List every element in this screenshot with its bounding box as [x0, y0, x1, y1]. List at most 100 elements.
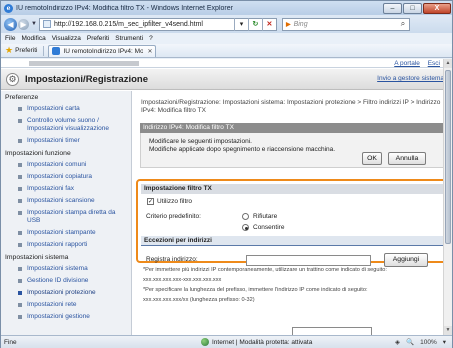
sidebar-item-label: Impostazioni stampante	[27, 229, 96, 236]
favorites-button[interactable]: Preferiti	[15, 47, 37, 54]
window-title: IU remotoIndirizzo IPv4: Modifica filtro…	[16, 5, 383, 12]
tab-close-icon[interactable]: ✕	[147, 48, 152, 55]
sidebar-item-report-settings[interactable]: Impostazioni rapporti	[1, 239, 131, 251]
sidebar-category-system-settings: Impostazioni sistema	[5, 254, 69, 261]
sidebar-item-copy-settings[interactable]: Impostazioni copiatura	[1, 171, 131, 183]
refresh-icon[interactable]: ↻	[247, 17, 262, 31]
reject-radio[interactable]	[242, 213, 249, 220]
add-button[interactable]: Aggiungi	[384, 253, 428, 267]
allow-label: Consentire	[253, 224, 285, 231]
top-strip: A portale Esci	[1, 59, 452, 68]
history-dropdown-icon[interactable]: ▼	[31, 21, 37, 27]
back-icon[interactable]: ◀	[4, 17, 17, 31]
security-zone[interactable]: Internet | Modalità protetta: attivata	[201, 338, 395, 346]
menu-file[interactable]: File	[5, 35, 15, 42]
tab-title[interactable]: IU remotoIndirizzo IPv4: Modifica filtro…	[63, 48, 143, 55]
window-title-suffix: - Windows Internet Explorer	[144, 4, 233, 12]
status-text: Fine	[4, 338, 17, 346]
sidebar-item-volume-display[interactable]: Controllo volume suono / Impostazioni vi…	[1, 115, 131, 135]
breadcrumb: Impostazioni/Registrazione: Impostazioni…	[141, 99, 441, 114]
register-address-input[interactable]	[246, 255, 371, 266]
stop-icon[interactable]: ✕	[261, 17, 276, 31]
bullet-icon	[18, 211, 22, 215]
bullet-icon	[18, 175, 22, 179]
search-box[interactable]: ▶ Bing ⌕	[281, 17, 410, 31]
sidebar-item-label: Impostazioni rete	[27, 301, 77, 308]
main-content: Impostazioni/Registrazione: Impostazioni…	[133, 91, 452, 335]
ok-button[interactable]: OK	[362, 152, 382, 165]
cancel-button[interactable]: Annulla	[388, 152, 426, 165]
bullet-icon	[18, 279, 22, 283]
browser-tab[interactable]: IU remotoIndirizzo IPv4: Modifica filtro…	[48, 44, 157, 57]
zoom-level[interactable]: 100%	[420, 339, 437, 346]
bullet-icon	[18, 243, 22, 247]
sidebar-item-usb-print-settings[interactable]: Impostazioni stampa diretta da USB	[1, 207, 131, 227]
exceptions-header: Eccezioni per indirizzi	[141, 236, 444, 246]
close-button[interactable]: X	[423, 2, 451, 14]
internet-globe-icon	[201, 338, 209, 346]
maximize-button[interactable]: □	[403, 2, 422, 14]
sidebar-item-scan-settings[interactable]: Impostazioni scansione	[1, 195, 131, 207]
sidebar-item-common-settings[interactable]: Impostazioni comuni	[1, 159, 131, 171]
address-dropdown-icon[interactable]: ▾	[233, 17, 248, 31]
menu-help[interactable]: ?	[149, 35, 153, 42]
sidebar-item-system-settings[interactable]: Impostazioni sistema	[1, 263, 131, 275]
minimize-button[interactable]: –	[383, 2, 402, 14]
blurred-device-name	[29, 61, 139, 66]
sidebar-item-fax-settings[interactable]: Impostazioni fax	[1, 183, 131, 195]
scrollbar-thumb[interactable]	[445, 70, 451, 244]
use-filter-checkbox[interactable]: ✓	[147, 198, 154, 205]
protected-mode-icon[interactable]: ◈	[395, 338, 400, 346]
panel-title: Indirizzo IPv4: Modifica filtro TX	[140, 123, 446, 133]
favorites-star-icon[interactable]: ★	[5, 45, 13, 56]
forward-icon[interactable]: ▶	[18, 18, 29, 30]
sidebar-item-label: Impostazioni comuni	[27, 161, 87, 168]
status-bar: Fine Internet | Modalità protetta: attiv…	[1, 335, 452, 348]
search-input[interactable]: Bing	[294, 21, 397, 28]
top-links: A portale Esci	[388, 60, 440, 67]
note-prefix-format: xxx.xxx.xxx.xxx/xx (lunghezza prefisso: …	[143, 297, 255, 303]
vertical-scrollbar[interactable]: ▲ ▼	[443, 59, 452, 335]
send-to-admin-link[interactable]: Invio a gestore sistema	[377, 75, 444, 82]
use-filter-label: Utilizzo filtro	[157, 198, 193, 205]
register-address-label: Registra indirizzo:	[146, 256, 198, 263]
sidebar-item-paper-settings[interactable]: Impostazioni carta	[1, 103, 131, 115]
portal-link[interactable]: A portale	[394, 60, 420, 67]
bullet-icon	[18, 231, 22, 235]
address-url[interactable]: http://192.168.0.215/m_sec_ipfilter_v4se…	[54, 21, 234, 28]
address-row: ◀ ▶ ▼ http://192.168.0.215/m_sec_ipfilte…	[1, 15, 452, 33]
menu-strumenti[interactable]: Strumenti	[115, 35, 143, 42]
menu-modifica[interactable]: Modifica	[21, 35, 45, 42]
security-zone-text: Internet | Modalità protetta: attivata	[212, 338, 313, 346]
address-bar[interactable]: http://192.168.0.215/m_sec_ipfilter_v4se…	[38, 17, 277, 31]
sidebar-item-label: Impostazioni copiatura	[27, 173, 93, 180]
search-icon[interactable]: ⌕	[397, 19, 409, 29]
favorites-bar: ★ Preferiti IU remotoIndirizzo IPv4: Mod…	[1, 44, 452, 58]
menu-visualizza[interactable]: Visualizza	[52, 35, 81, 42]
sidebar-item-printer-settings[interactable]: Impostazioni stampante	[1, 227, 131, 239]
sidebar-item-management-settings[interactable]: Impostazioni gestione	[1, 311, 131, 323]
sidebar-item-label: Impostazioni stampa diretta da USB	[27, 209, 116, 224]
sidebar-item-network-settings[interactable]: Impostazioni rete	[1, 299, 131, 311]
sidebar-item-department-id[interactable]: Gestione ID divisione	[1, 275, 131, 287]
page-title: Impostazioni/Registrazione	[25, 74, 148, 85]
allow-radio[interactable]	[242, 224, 249, 231]
zoom-icon[interactable]: 🔍	[406, 338, 414, 346]
sidebar-item-label: Impostazioni timer	[27, 137, 80, 144]
menu-preferiti[interactable]: Preferiti	[87, 35, 109, 42]
reject-label: Rifiutare	[253, 213, 278, 220]
default-policy-label: Criterio predefinito:	[146, 213, 201, 220]
sidebar-item-security-settings[interactable]: Impostazioni protezione	[1, 287, 131, 299]
window-title-text: IU remotoIndirizzo IPv4: Modifica filtro…	[16, 4, 145, 12]
scroll-up-icon[interactable]: ▲	[444, 59, 452, 68]
zoom-dropdown-icon[interactable]: ▾	[443, 338, 446, 346]
bullet-icon	[18, 107, 22, 111]
scroll-down-icon[interactable]: ▼	[444, 326, 452, 335]
highlight-frame: Impostazione filtro TX ✓ Utilizzo filtro…	[136, 179, 449, 267]
bullet-icon	[18, 139, 22, 143]
sidebar-item-timer-settings[interactable]: Impostazioni timer	[1, 135, 131, 147]
sidebar-item-label: Impostazioni gestione	[27, 313, 90, 320]
address-list-box[interactable]	[292, 327, 372, 335]
logout-link[interactable]: Esci	[428, 60, 440, 67]
bullet-icon	[18, 291, 22, 295]
